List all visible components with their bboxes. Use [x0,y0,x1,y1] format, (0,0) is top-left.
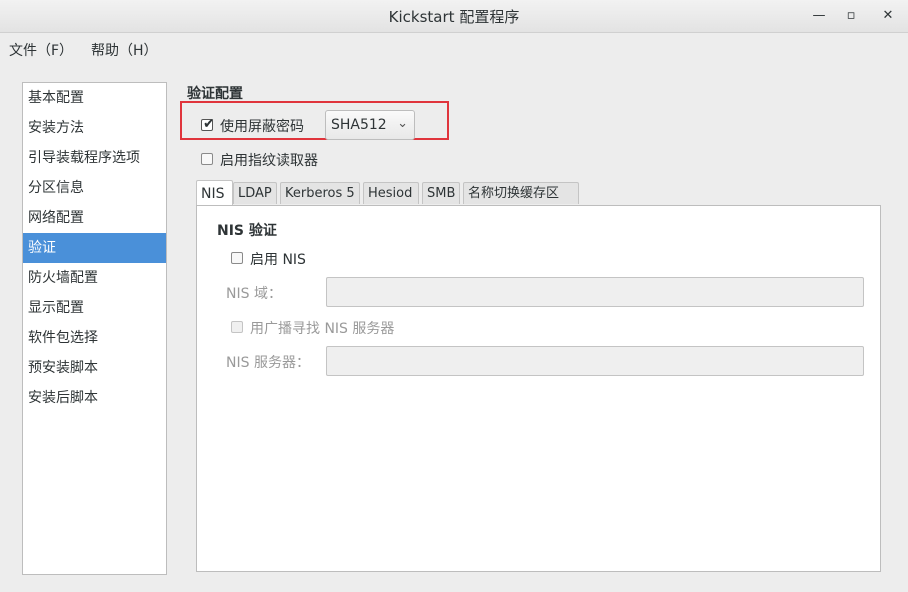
tab-smb[interactable]: SMB [422,182,460,204]
title-bar: Kickstart 配置程序 — ▫ ✕ [0,0,908,33]
enable-nis-checkbox[interactable] [231,252,243,264]
shadow-password-label: 使用屏蔽密码 [220,119,304,135]
menu-bar: 文件（F） 帮助（H） [0,33,908,63]
nis-domain-field[interactable] [326,277,864,307]
nis-domain-label: NIS 域： [226,286,282,302]
tab-kerberos[interactable]: Kerberos 5 [280,182,360,204]
hash-algorithm-value: SHA512 [331,117,387,133]
sidebar-item-install-method[interactable]: 安装方法 [23,113,166,143]
sidebar-item-packages[interactable]: 软件包选择 [23,323,166,353]
tab-hesiod[interactable]: Hesiod [363,182,419,204]
minimize-button[interactable]: — [808,6,830,26]
sidebar: 基本配置 安装方法 引导装载程序选项 分区信息 网络配置 验证 防火墙配置 显示… [22,82,167,575]
tab-ldap[interactable]: LDAP [233,182,277,204]
close-button[interactable]: ✕ [877,6,899,26]
sidebar-item-firewall[interactable]: 防火墙配置 [23,263,166,293]
section-title: 验证配置 [187,86,243,102]
sidebar-item-bootloader[interactable]: 引导装载程序选项 [23,143,166,173]
sidebar-item-display[interactable]: 显示配置 [23,293,166,323]
enable-nis-label: 启用 NIS [250,252,306,268]
nis-server-field[interactable] [326,346,864,376]
menu-help[interactable]: 帮助（H） [91,40,158,60]
sidebar-item-post-script[interactable]: 安装后脚本 [23,383,166,413]
menu-file[interactable]: 文件（F） [9,40,73,60]
sidebar-item-network[interactable]: 网络配置 [23,203,166,233]
hash-algorithm-select[interactable]: SHA512 ⌄ [325,110,415,140]
window-title: Kickstart 配置程序 [388,8,520,26]
tab-nscd[interactable]: 名称切换缓存区 [463,182,579,204]
sidebar-item-pre-script[interactable]: 预安装脚本 [23,353,166,383]
chevron-down-icon: ⌄ [397,116,408,131]
checkmark-icon: ✔ [203,116,215,132]
maximize-button[interactable]: ▫ [840,6,862,26]
shadow-password-checkbox[interactable]: ✔ [201,116,215,132]
broadcast-nis-checkbox[interactable] [231,321,243,333]
fingerprint-checkbox[interactable] [201,153,213,165]
broadcast-nis-label: 用广播寻找 NIS 服务器 [250,321,395,337]
sidebar-item-partition[interactable]: 分区信息 [23,173,166,203]
sidebar-item-auth[interactable]: 验证 [23,233,166,263]
fingerprint-label: 启用指纹读取器 [220,153,318,169]
tab-nis[interactable]: NIS [196,180,233,207]
sidebar-item-basic-config[interactable]: 基本配置 [23,83,166,113]
nis-server-label: NIS 服务器： [226,355,310,371]
nis-section-title: NIS 验证 [217,223,277,239]
